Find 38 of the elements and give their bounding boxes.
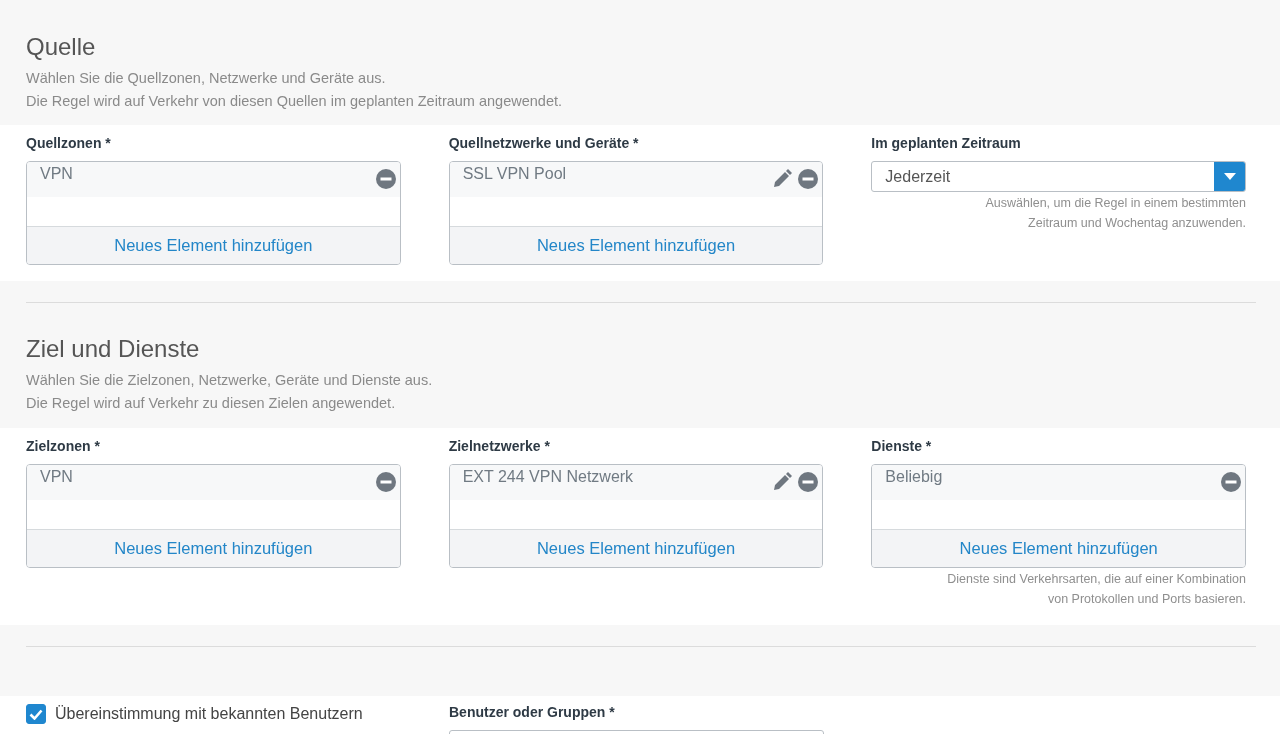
remove-icon[interactable] xyxy=(798,472,819,492)
field-hint: Auswählen, um die Regel in einem bestimmten xyxy=(984,195,1246,212)
section-title: Quelle xyxy=(26,32,97,62)
field-label: Quellnetzwerke und Geräte * xyxy=(448,135,640,151)
pencil-icon[interactable] xyxy=(772,472,793,492)
field-label: Zielzonen * xyxy=(26,438,101,454)
add-element-button[interactable]: Neues Element hinzufügen xyxy=(449,226,823,264)
remove-icon[interactable] xyxy=(798,169,819,189)
section-description: Wählen Sie die Quellzonen, Netzwerke und Geräte aus. xyxy=(26,69,387,88)
field-label: Quellzonen * xyxy=(26,135,112,151)
field-hint: Dienste sind Verkehrsarten, die auf einer Kombination xyxy=(946,571,1246,588)
remove-icon[interactable] xyxy=(375,169,396,189)
section-description: Die Regel wird auf Verkehr zu diesen Zielen angewendet. xyxy=(26,394,397,413)
add-element-button[interactable]: Neues Element hinzufügen xyxy=(27,226,400,264)
list-item[interactable]: VPN xyxy=(27,465,400,500)
field-label: Dienste * xyxy=(871,438,933,454)
section-title: Ziel und Dienste xyxy=(26,334,201,364)
field-label: Im geplanten Zeitraum xyxy=(871,135,1022,151)
list-item[interactable]: VPN xyxy=(27,162,400,197)
remove-icon[interactable] xyxy=(375,472,396,492)
field-hint: von Protokollen und Ports basieren. xyxy=(1046,591,1246,608)
pencil-icon[interactable] xyxy=(772,169,793,189)
add-element-button[interactable]: Neues Element hinzufügen xyxy=(27,529,400,567)
list-item[interactable]: Beliebig xyxy=(872,465,1245,500)
checkbox[interactable] xyxy=(26,704,46,724)
checkbox-label: Übereinstimmung mit bekannten Benutzern xyxy=(55,705,363,723)
caret-icon xyxy=(1223,173,1236,180)
field-hint: Zeitraum und Wochentag anzuwenden. xyxy=(1027,215,1246,232)
list-item[interactable]: SSL VPN Pool xyxy=(449,162,823,197)
section-description: Wählen Sie die Zielzonen, Netzwerke, Geräte und Dienste aus. xyxy=(26,371,434,390)
field-label: Benutzer oder Gruppen * xyxy=(449,704,616,720)
field-label: Zielnetzwerke * xyxy=(448,438,551,454)
remove-icon[interactable] xyxy=(1221,472,1241,492)
add-element-button[interactable]: Neues Element hinzufügen xyxy=(449,529,823,567)
schedule-dropdown[interactable]: Jederzeit xyxy=(871,161,1246,192)
list-item[interactable]: EXT 244 VPN Netzwerk xyxy=(449,465,823,500)
section-description: Die Regel wird auf Verkehr von diesen Quellen im geplanten Zeitraum angewendet. xyxy=(26,92,563,111)
add-element-button[interactable]: Neues Element hinzufügen xyxy=(872,529,1245,567)
